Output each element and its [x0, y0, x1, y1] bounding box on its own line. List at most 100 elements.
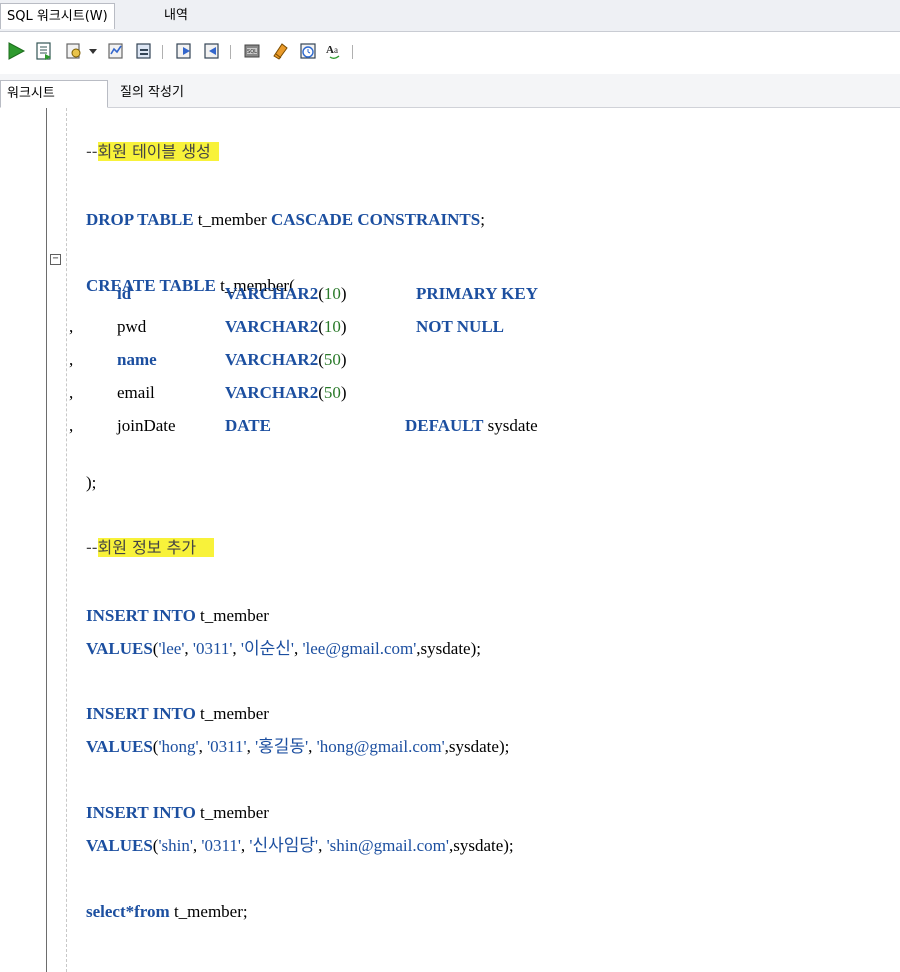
- code-line-insert-3: INSERT INTO t_member: [69, 777, 269, 822]
- keyword: select*from: [86, 902, 170, 921]
- number: 10: [323, 284, 341, 303]
- number: 50: [323, 350, 341, 369]
- string-literal: '신사임당': [249, 836, 319, 855]
- dropdown-arrow-icon[interactable]: [86, 39, 100, 63]
- data-type: VARCHAR2: [225, 317, 319, 336]
- punctuation: ,: [308, 737, 317, 756]
- punctuation: ,: [318, 836, 327, 855]
- code-line-values-2: VALUES('hong', '0311', '홍길동', 'hong@gmai…: [69, 711, 509, 756]
- punctuation: ,: [232, 639, 241, 658]
- identifier: sysdate: [483, 416, 538, 435]
- punctuation: ;: [480, 210, 485, 229]
- code-line-column-joindate: , joinDate DATE DEFAULT sysdate: [69, 414, 629, 438]
- comment-dash: --: [86, 538, 98, 557]
- punctuation: ,: [198, 737, 208, 756]
- unshared-sql-icon[interactable]: SQL: [240, 39, 264, 63]
- code-line-column-pwd: , pwd VARCHAR2(10) NOT NULL: [69, 315, 629, 339]
- string-literal: 'lee@gmail.com': [302, 639, 417, 658]
- identifier: t_member: [193, 210, 271, 229]
- to-upper-lower-icon[interactable]: Aa: [322, 39, 346, 63]
- column-name: joinDate: [117, 416, 176, 435]
- keyword: DEFAULT: [405, 416, 484, 435]
- punctuation: ,sysdate);: [444, 737, 510, 756]
- svg-text:a: a: [334, 45, 338, 55]
- string-literal: '0311': [201, 836, 241, 855]
- toolbar-separator: [162, 45, 163, 59]
- code-line-column-email: , email VARCHAR2(50): [69, 381, 629, 405]
- autotrace-icon[interactable]: [104, 39, 128, 63]
- string-literal: '0311': [192, 639, 233, 658]
- code-line-insert-2: INSERT INTO t_member: [69, 678, 269, 723]
- string-literal: 'hong': [158, 737, 199, 756]
- sql-editor[interactable]: − --회원 테이블 생성 DROP TABLE t_member CASCAD…: [0, 108, 900, 972]
- run-script-icon[interactable]: [32, 39, 56, 63]
- editor-tab-bar: SQL 워크시트(W) 내역: [0, 0, 900, 32]
- keyword: CASCADE CONSTRAINTS: [270, 210, 481, 229]
- comment-text: 회원 테이블 생성: [97, 142, 219, 161]
- code-line-values-1: VALUES('lee', '0311', '이순신', 'lee@gmail.…: [69, 613, 481, 658]
- constraint: NOT NULL: [416, 317, 505, 336]
- keyword: DROP TABLE: [86, 210, 194, 229]
- code-line-drop: DROP TABLE t_member CASCADE CONSTRAINTS;: [69, 184, 485, 229]
- string-literal: 'shin': [158, 836, 193, 855]
- code-line-create: CREATE TABLE t_member(: [69, 250, 295, 295]
- string-literal: 'hong@gmail.com': [316, 737, 445, 756]
- punctuation: ,: [69, 317, 74, 336]
- punctuation: ,sysdate);: [416, 639, 481, 658]
- code-line-comment-2: --회원 정보 추가: [69, 512, 215, 557]
- column-name: id: [117, 284, 132, 303]
- code-line-insert-1: INSERT INTO t_member: [69, 580, 269, 625]
- string-literal: 'lee': [158, 639, 185, 658]
- svg-text:SQL: SQL: [247, 49, 257, 55]
- toolbar-separator: [352, 45, 353, 59]
- comment-text: 회원 정보 추가: [97, 538, 215, 557]
- keyword: VALUES: [86, 836, 153, 855]
- fold-collapse-icon[interactable]: −: [50, 254, 61, 265]
- punctuation: ): [340, 350, 347, 369]
- tab-sql-worksheet[interactable]: SQL 워크시트(W): [0, 3, 115, 29]
- sql-tuning-icon[interactable]: [132, 39, 156, 63]
- punctuation: );: [86, 473, 97, 492]
- explain-plan-icon[interactable]: [62, 39, 86, 63]
- data-type: VARCHAR2: [225, 350, 319, 369]
- tab-query-builder[interactable]: 질의 작성기: [114, 80, 190, 108]
- number: 10: [323, 317, 341, 336]
- column-name: pwd: [117, 317, 147, 336]
- code-line-create-end: );: [69, 447, 96, 492]
- punctuation: ,: [246, 737, 256, 756]
- punctuation: ): [340, 383, 347, 402]
- comment-dash: --: [86, 142, 98, 161]
- rollback-icon[interactable]: [200, 39, 224, 63]
- string-literal: 'shin@gmail.com': [326, 836, 449, 855]
- tab-history[interactable]: 내역: [158, 3, 194, 29]
- punctuation: ,: [69, 350, 74, 369]
- string-literal: '홍길동': [255, 737, 309, 756]
- commit-icon[interactable]: [172, 39, 196, 63]
- tab-worksheet[interactable]: 워크시트: [0, 80, 108, 108]
- history-icon[interactable]: [296, 39, 320, 63]
- punctuation: ,: [69, 416, 74, 435]
- code-line-comment-1: --회원 테이블 생성: [69, 116, 219, 161]
- data-type: VARCHAR2: [225, 284, 319, 303]
- column-name: email: [117, 383, 155, 402]
- worksheet-toolbar: SQL Aa: [0, 32, 900, 74]
- code-line-select: select*from t_member;: [69, 876, 248, 921]
- number: 50: [323, 383, 341, 402]
- punctuation: ): [340, 317, 347, 336]
- code-line-values-3: VALUES('shin', '0311', '신사임당', 'shin@gma…: [69, 810, 514, 855]
- punctuation: ,: [184, 639, 193, 658]
- worksheet-subtab-bar: 워크시트 질의 작성기: [0, 74, 900, 108]
- indent-guide: [66, 108, 67, 972]
- string-literal: '이순신': [240, 639, 294, 658]
- string-literal: '0311': [207, 737, 247, 756]
- clear-icon[interactable]: [268, 39, 292, 63]
- svg-text:A: A: [326, 44, 334, 56]
- gutter-divider: [46, 108, 47, 972]
- identifier: t_member;: [169, 902, 248, 921]
- toolbar-separator: [230, 45, 231, 59]
- data-type: DATE: [225, 416, 271, 435]
- run-statement-icon[interactable]: [4, 39, 28, 63]
- punctuation: ,: [69, 383, 74, 402]
- data-type: VARCHAR2: [225, 383, 319, 402]
- punctuation: ,sysdate);: [448, 836, 514, 855]
